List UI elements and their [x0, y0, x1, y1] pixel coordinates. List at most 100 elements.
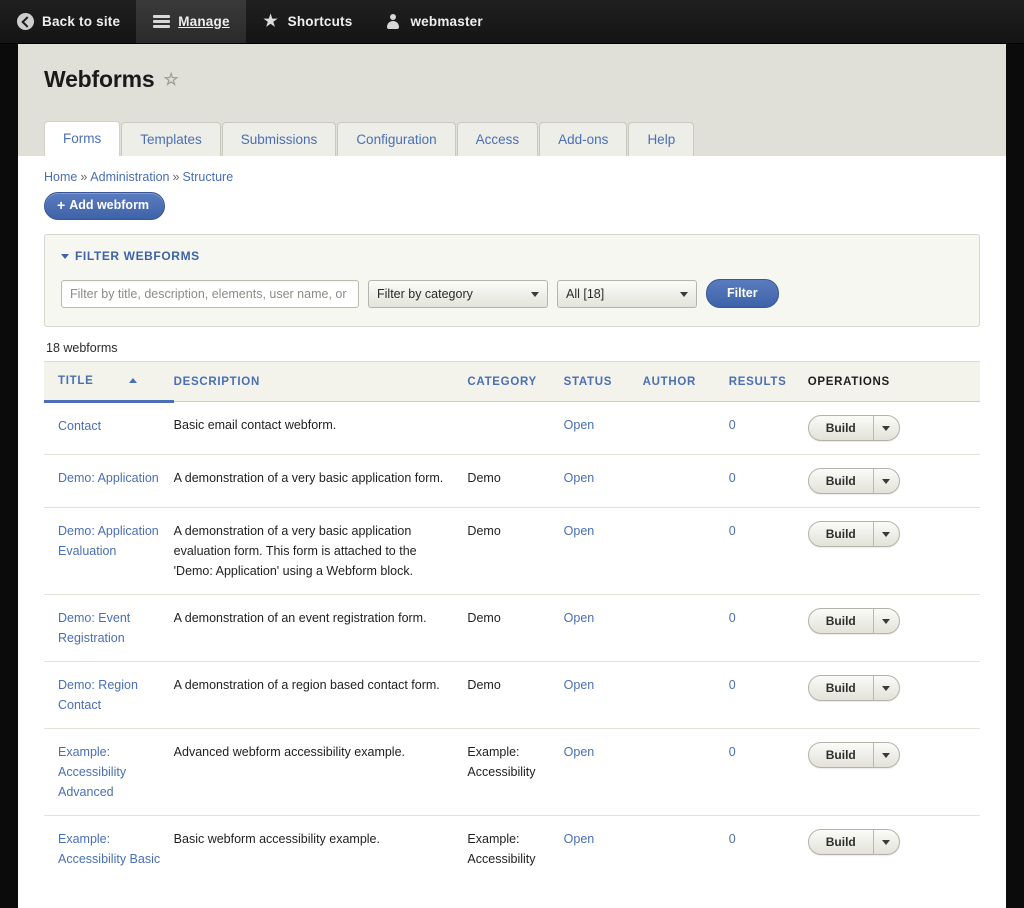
chevron-down-icon[interactable] — [873, 469, 899, 493]
cell-results-value[interactable]: 0 — [729, 471, 736, 485]
cell-operations: Build — [808, 729, 980, 816]
filter-state-value: All [18] — [566, 287, 604, 301]
build-button[interactable]: Build — [809, 469, 873, 493]
cell-operations: Build — [808, 402, 980, 455]
cell-title-value[interactable]: Demo: Application Evaluation — [58, 524, 159, 558]
cell-status: Open — [564, 816, 643, 883]
cell-status-value[interactable]: Open — [564, 611, 595, 625]
cell-results-value[interactable]: 0 — [729, 611, 736, 625]
column-header-title[interactable]: TITLE — [44, 362, 174, 402]
cell-author — [643, 455, 729, 508]
build-button[interactable]: Build — [809, 609, 873, 633]
cell-category-value: Demo — [467, 471, 500, 485]
cell-title-value[interactable]: Demo: Event Registration — [58, 611, 130, 645]
filter-category-select[interactable]: Filter by category — [368, 280, 548, 308]
tab-templates[interactable]: Templates — [121, 122, 221, 156]
breadcrumb-item-home[interactable]: Home — [44, 170, 77, 184]
chevron-down-icon[interactable] — [873, 830, 899, 854]
chevron-down-icon[interactable] — [873, 676, 899, 700]
chevron-down-icon[interactable] — [873, 743, 899, 767]
chevron-down-icon[interactable] — [873, 416, 899, 440]
operations-dropbutton: Build — [808, 675, 900, 701]
filter-search-input[interactable] — [61, 280, 359, 308]
filter-panel-legend[interactable]: FILTER WEBFORMS — [61, 249, 963, 263]
tab-configuration[interactable]: Configuration — [337, 122, 455, 156]
cell-title: Demo: Region Contact — [44, 662, 174, 729]
cell-author — [643, 402, 729, 455]
table-row: Demo: Region ContactA demonstration of a… — [44, 662, 980, 729]
cell-description: A demonstration of a very basic applicat… — [174, 455, 468, 508]
cell-author — [643, 595, 729, 662]
admin-toolbar: Back to site Manage ★ Shortcuts webmaste… — [0, 0, 1024, 44]
cell-title: Contact — [44, 402, 174, 455]
build-button[interactable]: Build — [809, 676, 873, 700]
cell-status-value[interactable]: Open — [564, 471, 595, 485]
cell-status-value[interactable]: Open — [564, 678, 595, 692]
bookmark-star-icon[interactable]: ☆ — [163, 71, 178, 88]
add-webform-button[interactable]: + Add webform — [44, 192, 165, 220]
cell-status: Open — [564, 402, 643, 455]
cell-status-value[interactable]: Open — [564, 832, 595, 846]
chevron-down-icon[interactable] — [873, 609, 899, 633]
build-button[interactable]: Build — [809, 743, 873, 767]
cell-results: 0 — [729, 595, 808, 662]
column-header-results[interactable]: RESULTS — [729, 362, 808, 402]
filter-submit-button[interactable]: Filter — [706, 279, 779, 308]
filter-panel-legend-label: FILTER WEBFORMS — [75, 249, 200, 263]
browser-frame: Back to site Manage ★ Shortcuts webmaste… — [0, 0, 1024, 908]
toolbar-item-back-to-site[interactable]: Back to site — [0, 0, 136, 43]
cell-title: Example: Accessibility Advanced — [44, 729, 174, 816]
breadcrumb-separator: » — [80, 170, 87, 184]
cell-author — [643, 729, 729, 816]
column-header-status[interactable]: STATUS — [564, 362, 643, 402]
cell-results: 0 — [729, 455, 808, 508]
tab-access[interactable]: Access — [457, 122, 539, 156]
cell-title-value[interactable]: Example: Accessibility Basic — [58, 832, 160, 866]
page-header: Webforms ☆ Forms Templates Submissions C… — [18, 44, 1006, 156]
build-button[interactable]: Build — [809, 522, 873, 546]
cell-category: Demo — [467, 508, 563, 595]
cell-results-value[interactable]: 0 — [729, 418, 736, 432]
cell-operations: Build — [808, 455, 980, 508]
cell-category-value: Demo — [467, 678, 500, 692]
cell-title-value[interactable]: Demo: Application — [58, 471, 159, 485]
cell-title-value[interactable]: Example: Accessibility Advanced — [58, 745, 126, 799]
cell-title: Example: Accessibility Basic — [44, 816, 174, 883]
cell-results: 0 — [729, 662, 808, 729]
column-header-author[interactable]: AUTHOR — [643, 362, 729, 402]
cell-status-value[interactable]: Open — [564, 524, 595, 538]
tab-submissions[interactable]: Submissions — [222, 122, 337, 156]
build-button[interactable]: Build — [809, 830, 873, 854]
build-button[interactable]: Build — [809, 416, 873, 440]
cell-title-value[interactable]: Demo: Region Contact — [58, 678, 138, 712]
operations-dropbutton: Build — [808, 608, 900, 634]
tab-forms[interactable]: Forms — [44, 121, 120, 156]
cell-status-value[interactable]: Open — [564, 418, 595, 432]
chevron-down-icon[interactable] — [873, 522, 899, 546]
table-header-row: TITLE DESCRIPTION CATEGORY STATUS AUTHOR… — [44, 362, 980, 402]
cell-results-value[interactable]: 0 — [729, 678, 736, 692]
cell-operations: Build — [808, 816, 980, 883]
filter-webforms-panel: FILTER WEBFORMS Filter by category All [… — [44, 234, 980, 327]
cell-results-value[interactable]: 0 — [729, 832, 736, 846]
column-header-description[interactable]: DESCRIPTION — [174, 362, 468, 402]
column-header-category[interactable]: CATEGORY — [467, 362, 563, 402]
cell-title-value[interactable]: Contact — [58, 419, 101, 433]
toolbar-item-manage[interactable]: Manage — [136, 0, 245, 43]
cell-status-value[interactable]: Open — [564, 745, 595, 759]
sort-ascending-icon — [129, 378, 137, 383]
toolbar-item-user-account[interactable]: webmaster — [368, 0, 498, 43]
toolbar-item-shortcuts[interactable]: ★ Shortcuts — [246, 0, 369, 43]
cell-operations: Build — [808, 662, 980, 729]
cell-results-value[interactable]: 0 — [729, 745, 736, 759]
breadcrumb-item-structure[interactable]: Structure — [182, 170, 233, 184]
tab-help[interactable]: Help — [628, 122, 694, 156]
breadcrumb-item-administration[interactable]: Administration — [90, 170, 169, 184]
cell-status: Open — [564, 455, 643, 508]
cell-category-value: Demo — [467, 611, 500, 625]
cell-category-value: Example: Accessibility — [467, 832, 535, 866]
cell-results: 0 — [729, 816, 808, 883]
tab-add-ons[interactable]: Add-ons — [539, 122, 627, 156]
filter-state-select[interactable]: All [18] — [557, 280, 697, 308]
cell-results-value[interactable]: 0 — [729, 524, 736, 538]
